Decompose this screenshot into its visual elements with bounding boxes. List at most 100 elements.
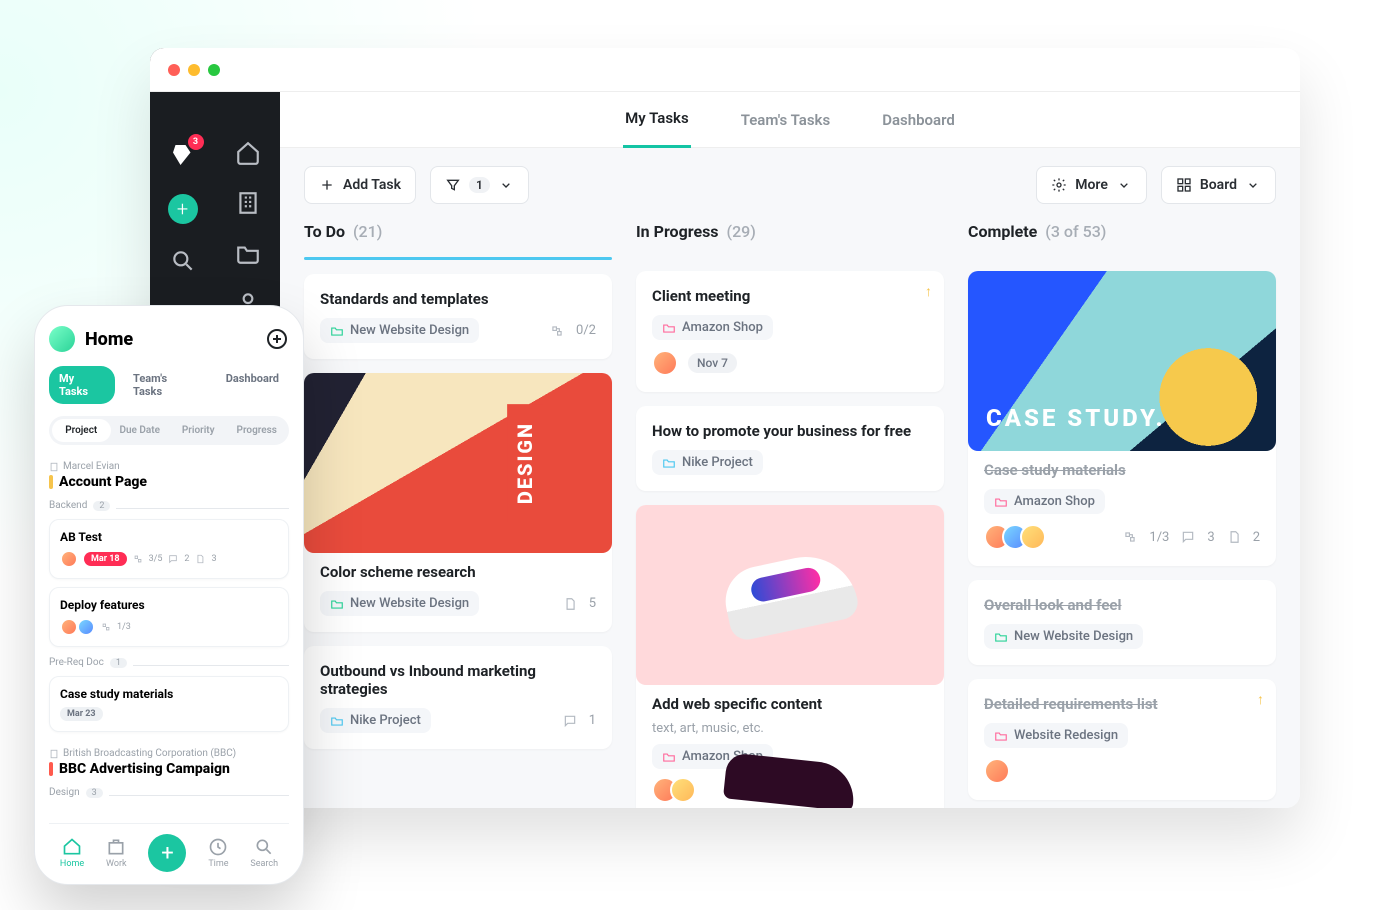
column-count: (21) (353, 222, 382, 241)
tab-teams-tasks[interactable]: Team's Tasks (739, 93, 833, 147)
avatar (60, 550, 78, 568)
comment-icon (1181, 530, 1195, 544)
tab-my-tasks[interactable]: My Tasks (623, 91, 691, 148)
folder-icon[interactable] (235, 240, 261, 266)
view-label: Board (1200, 177, 1237, 193)
assignees[interactable] (984, 758, 1260, 784)
card-title: Detailed requirements list (984, 695, 1260, 713)
app-logo[interactable]: 3 (168, 140, 198, 170)
task-card[interactable]: CASE STUDY. Case study materials Amazon … (968, 271, 1276, 566)
project-tag[interactable]: New Website Design (320, 318, 479, 343)
project-tag[interactable]: New Website Design (320, 591, 479, 616)
card-title: Deploy features (60, 598, 278, 612)
column-title: In Progress (636, 222, 719, 241)
column-count: (3 of 53) (1045, 222, 1106, 241)
task-card[interactable]: Case study materials Mar 23 (49, 676, 289, 732)
tabbar-time[interactable]: Time (208, 837, 228, 869)
more-button[interactable]: More (1036, 166, 1147, 204)
column-accent (304, 257, 612, 260)
group-label[interactable]: Pre-Req Doc1 (49, 657, 289, 668)
project-tag[interactable]: Amazon Shop (652, 315, 773, 340)
card-title: Case study materials (60, 687, 278, 701)
section-heading[interactable]: BBC Advertising Campaign (49, 761, 289, 777)
column-header: To Do (21) (304, 222, 612, 241)
segment-control[interactable]: Project Due Date Priority Progress (49, 416, 289, 445)
tabbar-add-button[interactable]: + (148, 834, 186, 872)
breadcrumb: Marcel Evian (49, 461, 289, 472)
task-card[interactable]: Add web specific content text, art, musi… (636, 505, 944, 808)
project-section: Marcel Evian Account Page Backend2 AB Te… (49, 461, 289, 732)
add-button[interactable] (265, 327, 289, 351)
building-icon[interactable] (235, 190, 261, 216)
project-tag[interactable]: Nike Project (320, 708, 431, 733)
tab-teams-tasks[interactable]: Team's Tasks (123, 366, 208, 404)
card-title: Standards and templates (320, 290, 596, 308)
seg-progress[interactable]: Progress (228, 419, 287, 442)
section-heading[interactable]: Account Page (49, 474, 289, 490)
gear-icon (1051, 177, 1067, 193)
maximize-icon[interactable] (208, 64, 220, 76)
file-icon (563, 597, 577, 611)
kanban-board: To Do (21) Standards and templates New W… (280, 222, 1300, 808)
breadcrumb: British Broadcasting Corporation (BBC) (49, 748, 289, 759)
view-switch-button[interactable]: Board (1161, 166, 1276, 204)
pin-icon: ↑ (925, 283, 932, 300)
flag-icon (49, 475, 53, 489)
assignees[interactable] (984, 524, 1046, 550)
tab-dashboard[interactable]: Dashboard (880, 93, 957, 147)
seg-priority[interactable]: Priority (169, 419, 228, 442)
avatar[interactable] (49, 326, 75, 352)
add-task-button[interactable]: Add Task (304, 166, 416, 204)
assignees[interactable] (652, 350, 678, 376)
project-tag[interactable]: Nike Project (652, 450, 763, 475)
top-tabs: My Tasks Team's Tasks Dashboard (280, 92, 1300, 148)
tabbar-search[interactable]: Search (250, 837, 278, 869)
group-label[interactable]: Backend2 (49, 500, 289, 511)
minimize-icon[interactable] (188, 64, 200, 76)
task-card[interactable]: ↑ Detailed requirements list Website Red… (968, 679, 1276, 800)
project-tag[interactable]: Amazon Shop (984, 489, 1105, 514)
group-label[interactable]: Design3 (49, 787, 289, 798)
add-task-label: Add Task (343, 177, 401, 193)
task-card[interactable]: Deploy features 1/3 (49, 587, 289, 647)
file-icon (195, 554, 205, 564)
task-card[interactable]: Standards and templates New Website Desi… (304, 274, 612, 359)
window-controls (168, 64, 220, 76)
seg-due-date[interactable]: Due Date (111, 419, 170, 442)
home-icon[interactable] (235, 140, 261, 166)
chevron-down-icon (498, 177, 514, 193)
project-tag[interactable]: Website Redesign (984, 723, 1128, 748)
board-view-icon (1176, 177, 1192, 193)
tabbar-work[interactable]: Work (106, 837, 127, 869)
search-icon[interactable] (170, 248, 196, 274)
mobile-tabbar: Home Work + Time Search (49, 823, 289, 872)
date-pill: Mar 18 (84, 552, 127, 566)
close-icon[interactable] (168, 64, 180, 76)
column-title: Complete (968, 222, 1037, 241)
subtask-icon (133, 554, 143, 564)
more-label: More (1075, 177, 1108, 193)
task-card[interactable]: Outbound vs Inbound marketing strategies… (304, 646, 612, 749)
task-card[interactable]: AB Test Mar 18 3/5 2 3 (49, 519, 289, 579)
chevron-down-icon (1116, 177, 1132, 193)
content-area: My Tasks Team's Tasks Dashboard Add Task… (280, 48, 1300, 808)
project-tag[interactable]: New Website Design (984, 624, 1143, 649)
card-image (304, 373, 612, 553)
card-subtitle: text, art, music, etc. (652, 721, 928, 736)
task-card[interactable]: Color scheme research New Website Design… (304, 373, 612, 632)
tab-my-tasks[interactable]: My Tasks (49, 366, 115, 404)
seg-project[interactable]: Project (52, 419, 111, 442)
tabbar-home[interactable]: Home (60, 837, 84, 869)
card-title: Color scheme research (320, 563, 596, 581)
project-section: British Broadcasting Corporation (BBC) B… (49, 748, 289, 798)
file-icon (1227, 530, 1241, 544)
rail-add-button[interactable]: + (168, 194, 198, 224)
filter-button[interactable]: 1 (430, 166, 529, 204)
task-card[interactable]: Overall look and feel New Website Design (968, 580, 1276, 665)
avatar (60, 618, 78, 636)
tab-dashboard[interactable]: Dashboard (216, 366, 289, 404)
task-card[interactable]: How to promote your business for free Ni… (636, 406, 944, 491)
task-card[interactable]: ↑ Client meeting Amazon Shop Nov 7 (636, 271, 944, 392)
page-title: Home (85, 329, 255, 350)
subtask-icon (550, 324, 564, 338)
